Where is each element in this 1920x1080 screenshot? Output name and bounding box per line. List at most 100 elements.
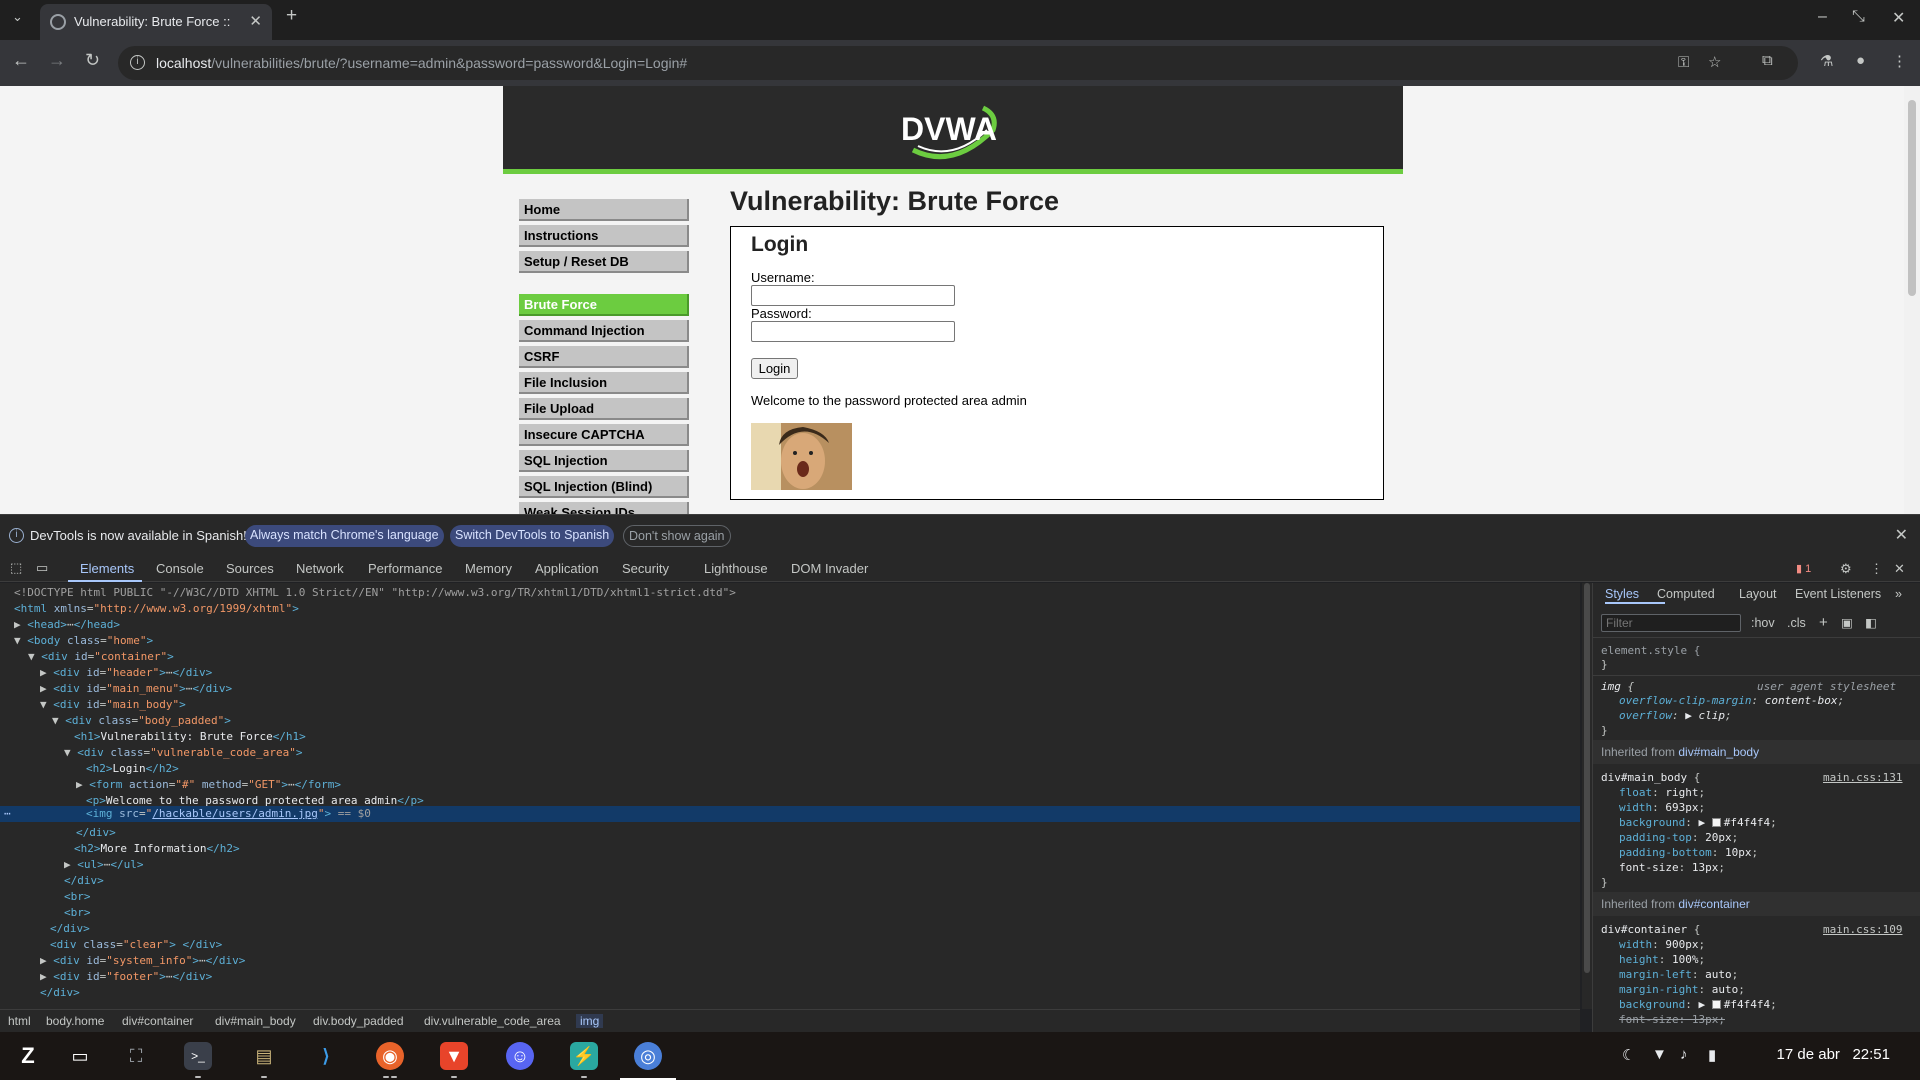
screenshot-icon[interactable]: ⛶ — [122, 1042, 150, 1070]
volume-icon[interactable]: ♪ — [1680, 1046, 1688, 1063]
main-css-131-link[interactable]: main.css:131 — [1823, 770, 1902, 785]
element-style-rule[interactable]: element.style { — [1601, 643, 1700, 658]
device-toolbar-icon[interactable]: ▭ — [36, 560, 48, 576]
menu-item-insecure-captcha[interactable]: Insecure CAPTCHA — [519, 424, 689, 446]
styles-filter-input[interactable] — [1601, 614, 1741, 632]
font-size-prop[interactable]: font-size: 13px; — [1619, 860, 1725, 875]
subtab-layout[interactable]: Layout — [1739, 587, 1777, 601]
site-info-icon[interactable]: i — [130, 55, 145, 70]
tab-search-icon[interactable]: ⌄ — [12, 9, 23, 25]
back-icon[interactable]: ← — [12, 50, 30, 71]
br-node-2[interactable]: <br> — [64, 905, 91, 921]
system-info-node[interactable]: ▶ <div id="system_info">⋯</div> — [40, 953, 245, 969]
main-body-rule[interactable]: div#main_body { — [1601, 770, 1700, 785]
h1-node[interactable]: <h1>Vulnerability: Brute Force</h1> — [74, 729, 306, 745]
firefox-icon[interactable]: ◉ — [376, 1042, 404, 1070]
hov-toggle[interactable]: :hov — [1751, 616, 1775, 630]
menu-item-home[interactable]: Home — [519, 199, 689, 221]
menu-item-instructions[interactable]: Instructions — [519, 225, 689, 247]
menu-item-file-upload[interactable]: File Upload — [519, 398, 689, 420]
app-bolt-icon[interactable]: ⚡ — [570, 1042, 598, 1070]
selected-node-ellipsis[interactable]: ⋯ — [4, 806, 11, 822]
footer-node[interactable]: ▶ <div id="footer">⋯</div> — [40, 969, 212, 985]
margin-left-prop[interactable]: margin-left: auto; — [1619, 967, 1738, 982]
subtab-computed[interactable]: Computed — [1657, 587, 1715, 601]
h2-more-node[interactable]: <h2>More Information</h2> — [74, 841, 240, 857]
toggle-sidebar-icon[interactable]: ◧ — [1865, 615, 1877, 630]
code-area-node[interactable]: ▼ <div class="vulnerable_code_area"> — [64, 745, 302, 761]
more-subtabs-icon[interactable]: » — [1895, 587, 1902, 601]
menu-kebab-icon[interactable]: ⋮ — [1892, 52, 1907, 70]
vscode-icon[interactable]: ⟩ — [312, 1042, 340, 1070]
settings-gear-icon[interactable]: ⚙ — [1840, 561, 1852, 577]
close-devtools-icon[interactable]: ✕ — [1894, 561, 1905, 577]
overridden-font-size-prop[interactable]: font-size: 13px; — [1619, 1012, 1725, 1027]
brave-icon[interactable]: ▼ — [440, 1042, 468, 1070]
img-ua-rule[interactable]: img { — [1601, 679, 1634, 694]
crumb-body-padded[interactable]: div.body_padded — [313, 1014, 404, 1028]
close-banner-icon[interactable]: ✕ — [1895, 525, 1908, 545]
password-input[interactable] — [751, 321, 955, 342]
close-tab-icon[interactable]: ✕ — [249, 12, 262, 30]
elements-scrollbar[interactable] — [1582, 583, 1592, 1009]
doctype-node[interactable]: <!DOCTYPE html PUBLIC "-//W3C//DTD XHTML… — [14, 585, 736, 601]
cls-toggle[interactable]: .cls — [1787, 616, 1806, 630]
tab-application[interactable]: Application — [535, 561, 599, 576]
login-button[interactable]: Login — [751, 358, 798, 379]
menu-item-sql-injection[interactable]: SQL Injection — [519, 450, 689, 472]
tab-console[interactable]: Console — [156, 561, 204, 576]
close-window-icon[interactable]: ✕ — [1892, 8, 1905, 28]
container-rule[interactable]: div#container { — [1601, 922, 1700, 937]
width-prop[interactable]: width: 693px; — [1619, 800, 1705, 815]
br-node[interactable]: <br> — [64, 889, 91, 905]
crumb-container[interactable]: div#container — [122, 1014, 193, 1028]
tab-sources[interactable]: Sources — [226, 561, 274, 576]
page-scrollbar[interactable] — [1904, 86, 1920, 514]
subtab-styles[interactable]: Styles — [1605, 587, 1639, 601]
container-close-node[interactable]: </div> — [40, 985, 80, 1001]
chromium-icon[interactable]: ◎ — [634, 1042, 662, 1070]
crumb-body[interactable]: body.home — [46, 1014, 104, 1028]
menu-item-csrf[interactable]: CSRF — [519, 346, 689, 368]
tab-elements[interactable]: Elements — [80, 561, 134, 576]
launcher-icon[interactable]: Z — [14, 1042, 42, 1070]
files-folder-icon[interactable]: ▤ — [250, 1042, 278, 1070]
tab-memory[interactable]: Memory — [465, 561, 512, 576]
clock[interactable]: 17 de abr 22:51 — [1777, 1046, 1890, 1063]
night-mode-icon[interactable]: ☾ — [1622, 1046, 1635, 1064]
img-node[interactable]: <img src="/hackable/users/admin.jpg"> ==… — [86, 806, 371, 822]
subtab-event-listeners[interactable]: Event Listeners — [1795, 587, 1881, 601]
tab-security[interactable]: Security — [622, 561, 669, 576]
main-menu-node[interactable]: ▶ <div id="main_menu">⋯</div> — [40, 681, 232, 697]
switch-spanish-button[interactable]: Switch DevTools to Spanish — [450, 525, 615, 547]
menu-item-setup[interactable]: Setup / Reset DB — [519, 251, 689, 273]
crumb-code-area[interactable]: div.vulnerable_code_area — [424, 1014, 561, 1028]
browser-tab[interactable]: Vulnerability: Brute Force :: ✕ — [40, 4, 272, 40]
ul-node[interactable]: ▶ <ul>⋯</ul> — [64, 857, 144, 873]
body-node[interactable]: ▼ <body class="home"> — [14, 633, 153, 649]
new-tab-icon[interactable]: + — [286, 5, 297, 27]
menu-item-weak-session-ids[interactable]: Weak Session IDs — [519, 502, 689, 514]
tab-lighthouse[interactable]: Lighthouse — [704, 561, 768, 576]
background-prop[interactable]: background: ▶ #f4f4f4; — [1619, 815, 1777, 830]
crumb-main-body[interactable]: div#main_body — [215, 1014, 296, 1028]
float-prop[interactable]: float: right; — [1619, 785, 1705, 800]
overflow-clip-margin-prop[interactable]: overflow-clip-margin: content-box; — [1619, 693, 1844, 708]
tab-performance[interactable]: Performance — [368, 561, 442, 576]
profile-icon[interactable]: ● — [1856, 52, 1865, 69]
restore-icon[interactable]: ⤡ — [1852, 8, 1865, 26]
wifi-icon[interactable]: ▼ — [1652, 1046, 1667, 1063]
header-node[interactable]: ▶ <div id="header">⋯</div> — [40, 665, 212, 681]
paint-bucket-icon[interactable]: ▣ — [1841, 615, 1853, 630]
password-key-icon[interactable]: ⚿ — [1678, 54, 1689, 71]
menu-item-sql-injection-blind[interactable]: SQL Injection (Blind) — [519, 476, 689, 498]
clear-node[interactable]: <div class="clear"> </div> — [50, 937, 222, 953]
padding-bottom-prop[interactable]: padding-bottom: 10px; — [1619, 845, 1758, 860]
margin-right-prop[interactable]: margin-right: auto; — [1619, 982, 1745, 997]
match-language-button[interactable]: Always match Chrome's language — [245, 525, 444, 547]
username-input[interactable] — [751, 285, 955, 306]
body-padded-node[interactable]: ▼ <div class="body_padded"> — [52, 713, 231, 729]
discord-icon[interactable]: ☺ — [506, 1042, 534, 1070]
forward-icon[interactable]: → — [48, 50, 66, 71]
menu-item-command-injection[interactable]: Command Injection — [519, 320, 689, 342]
